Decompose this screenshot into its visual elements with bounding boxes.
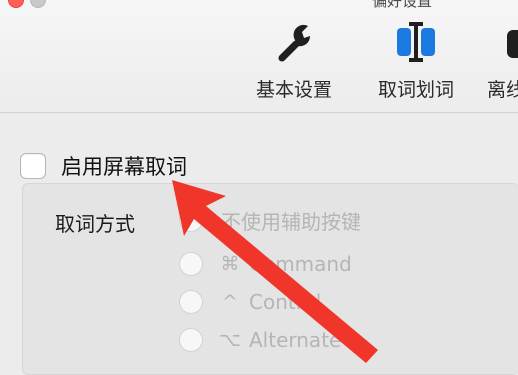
tab-word-capture[interactable]: 取词划词 (368, 20, 464, 110)
settings-panel: 启用屏幕取词 取词方式 不使用辅助按键 ⌘ Command ^ Control … (0, 113, 518, 375)
tab-label: 离线 (487, 79, 518, 101)
enable-screen-capture-label: 启用屏幕取词 (61, 155, 187, 179)
command-key-icon: ⌘ (220, 253, 240, 275)
window-title: 偏好设置 (372, 0, 433, 10)
option-control[interactable]: ^ Control (179, 288, 321, 316)
option-label: 不使用辅助按键 (221, 209, 361, 234)
tab-label: 基本设置 (255, 79, 332, 101)
wrench-icon (272, 20, 316, 68)
enable-screen-capture-row[interactable]: 启用屏幕取词 (20, 151, 187, 181)
option-label: Control (249, 290, 322, 314)
radio-button[interactable] (179, 328, 203, 352)
tab-offline[interactable]: 离线 (487, 20, 518, 110)
radio-button[interactable] (179, 290, 203, 314)
minimize-window-button[interactable] (30, 0, 46, 8)
capture-method-group: 取词方式 不使用辅助按键 ⌘ Command ^ Control ⌥ Alter… (22, 183, 518, 375)
option-label: Alternate (249, 328, 342, 352)
radio-button[interactable] (179, 208, 203, 232)
toolbar: 偏好设置 基本设置 取词划词 离线 (0, 0, 518, 113)
control-key-icon: ^ (222, 291, 238, 313)
option-no-modifier[interactable]: 不使用辅助按键 (179, 206, 361, 234)
capture-method-label: 取词方式 (55, 212, 135, 236)
partial-icon (487, 20, 518, 68)
option-alternate[interactable]: ⌥ Alternate (179, 326, 341, 354)
option-command[interactable]: ⌘ Command (179, 250, 352, 278)
enable-screen-capture-checkbox[interactable] (20, 153, 46, 179)
tab-label: 取词划词 (377, 79, 454, 101)
radio-button[interactable] (179, 252, 203, 276)
tab-basic-settings[interactable]: 基本设置 (246, 20, 342, 110)
option-key-icon: ⌥ (219, 329, 241, 351)
close-window-button[interactable] (8, 0, 24, 8)
option-label: Command (249, 252, 352, 276)
text-cursor-icon (393, 20, 439, 68)
